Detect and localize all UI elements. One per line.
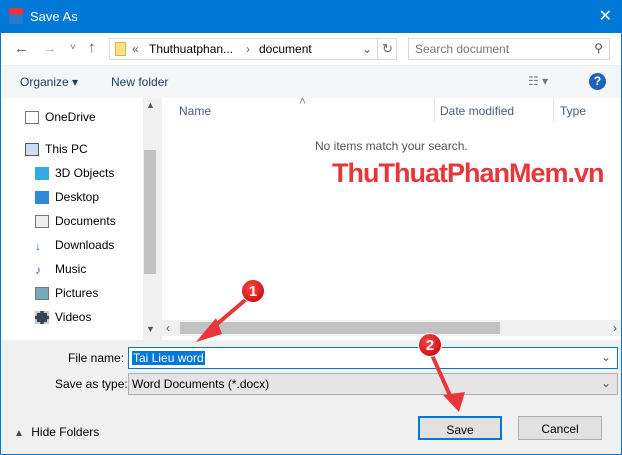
step-2-badge: 2	[418, 333, 442, 357]
annotation-arrowhead-2	[443, 392, 465, 412]
annotation-arrow-2	[430, 354, 454, 401]
annotation-arrows	[196, 294, 465, 412]
step-1-badge: 1	[241, 279, 265, 303]
